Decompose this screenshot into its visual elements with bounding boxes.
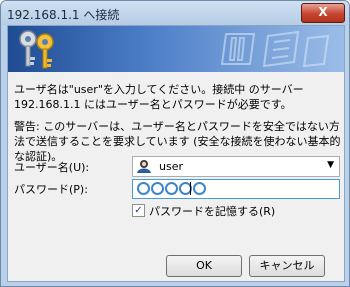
keys-icon [19, 30, 54, 69]
title-bar[interactable]: 192.168.1.1 へ接続 X [1, 1, 349, 25]
banner [8, 26, 344, 72]
password-dot [151, 182, 164, 195]
password-field[interactable] [132, 179, 340, 199]
password-label: パスワード(P): [14, 183, 88, 196]
ok-button[interactable]: OK [166, 255, 242, 277]
user-icon [137, 160, 151, 173]
password-mask [137, 182, 206, 195]
password-dot [193, 182, 206, 195]
username-value: user [159, 160, 183, 173]
remember-password-label: パスワードを記憶する(R) [149, 205, 276, 218]
username-label: ユーザー名(U): [14, 161, 90, 174]
cancel-button[interactable]: キャンセル [249, 255, 325, 277]
close-button[interactable]: X [301, 3, 345, 23]
checkbox-box[interactable]: ✓ [132, 204, 145, 217]
password-dot [137, 182, 150, 195]
banner-decoration-icon [220, 30, 330, 68]
username-combobox[interactable]: user ▼ [132, 156, 340, 177]
chevron-down-icon[interactable]: ▼ [327, 160, 334, 170]
text-caret [190, 182, 191, 195]
dialog-window: 192.168.1.1 へ接続 X ユーザ名は"user"を入力してください。接… [0, 0, 350, 287]
info-message: ユーザ名は"user"を入力してください。接続中 のサーバー 192.168.1… [14, 83, 304, 111]
window-title: 192.168.1.1 へ接続 [7, 8, 120, 22]
dialog-body: ユーザ名は"user"を入力してください。接続中 のサーバー 192.168.1… [7, 25, 345, 282]
password-dot [165, 182, 178, 195]
